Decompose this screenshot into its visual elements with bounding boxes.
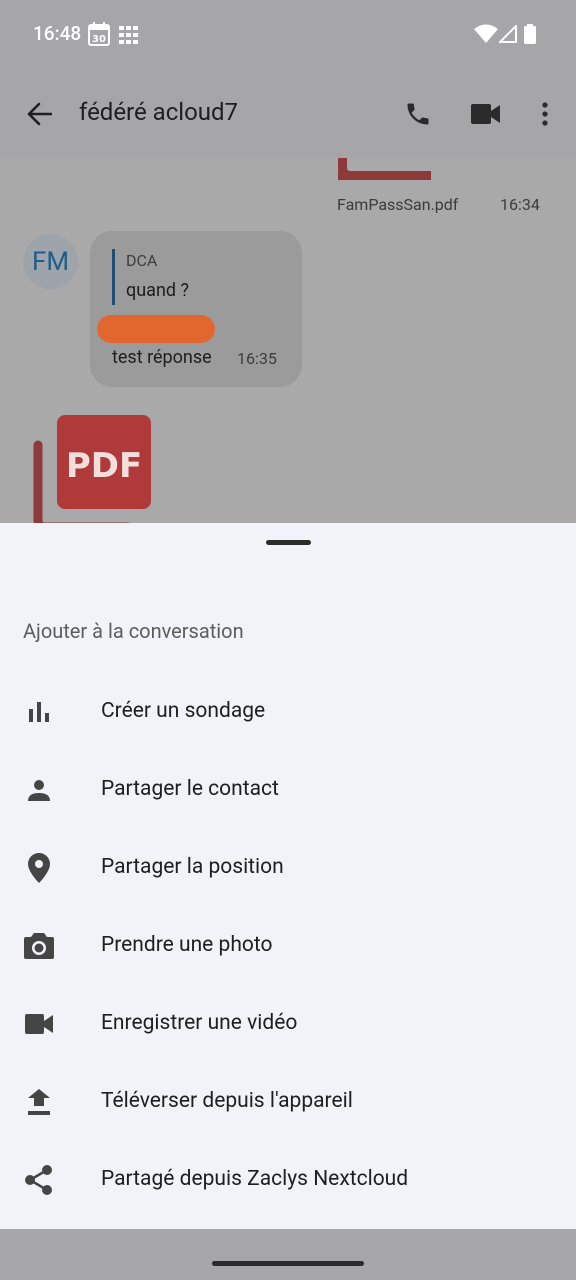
- menu-item-create-poll[interactable]: Créer un sondage: [0, 671, 576, 749]
- menu-item-label: Créer un sondage: [101, 699, 266, 723]
- menu-item-label: Partager la position: [101, 855, 284, 879]
- quoted-text: quand ?: [126, 280, 190, 301]
- menu-item-take-photo[interactable]: Prendre une photo: [0, 905, 576, 983]
- file-name[interactable]: FamPassSan.pdf: [337, 195, 458, 214]
- message-time: 16:35: [237, 349, 277, 368]
- pdf-preview-fragment[interactable]: [338, 158, 431, 180]
- menu-item-share-contact[interactable]: Partager le contact: [0, 749, 576, 827]
- menu-item-upload-from-device[interactable]: Téléverser depuis l'appareil: [0, 1061, 576, 1139]
- menu-item-share-location[interactable]: Partager la position: [0, 827, 576, 905]
- back-arrow-icon[interactable]: [17, 92, 61, 136]
- share-icon: [24, 1165, 54, 1195]
- message-time: 16:34: [500, 195, 540, 214]
- redaction-mark: [97, 315, 215, 343]
- menu-item-label: Enregistrer une vidéo: [101, 1011, 298, 1035]
- apps-grid-icon: [119, 26, 139, 48]
- wifi-icon: [474, 24, 498, 48]
- upload-icon: [24, 1087, 54, 1117]
- calendar-day: 30: [92, 34, 106, 45]
- message-bubble[interactable]: DCA quand ? test réponse 16:35: [90, 231, 302, 387]
- chat-area: FamPassSan.pdf 16:34 FM DCA quand ? test…: [0, 158, 576, 524]
- home-gesture-handle[interactable]: [212, 1261, 364, 1266]
- menu-item-label: Prendre une photo: [101, 933, 273, 957]
- phone-call-icon[interactable]: [396, 92, 440, 136]
- conversation-title[interactable]: fédéré acloud7: [79, 98, 238, 126]
- status-time: 16:48: [33, 22, 82, 45]
- pdf-file-icon[interactable]: PDF: [33, 415, 158, 524]
- pdf-label: PDF: [66, 446, 142, 486]
- avatar[interactable]: FM: [23, 234, 78, 289]
- app-bar: fédéré acloud7: [0, 70, 576, 158]
- battery-icon: [524, 24, 536, 48]
- menu-item-label: Partagé depuis Zaclys Nextcloud: [101, 1167, 409, 1191]
- status-bar: 16:48 30: [0, 0, 576, 70]
- menu-item-label: Téléverser depuis l'appareil: [101, 1089, 353, 1113]
- message-text: test réponse: [112, 347, 212, 368]
- video-call-icon[interactable]: [464, 92, 508, 136]
- signal-icon: [497, 23, 517, 47]
- more-options-icon[interactable]: [523, 92, 567, 136]
- menu-item-share-from-nextcloud[interactable]: Partagé depuis Zaclys Nextcloud: [0, 1139, 576, 1217]
- location-pin-icon: [24, 853, 54, 883]
- quoted-author: DCA: [126, 251, 158, 270]
- attachment-bottom-sheet: Ajouter à la conversation Créer un sonda…: [0, 523, 576, 1229]
- navigation-bar: [0, 1229, 576, 1280]
- menu-item-label: Partager le contact: [101, 777, 279, 801]
- drag-handle[interactable]: [266, 540, 311, 545]
- videocam-icon: [24, 1009, 54, 1039]
- menu-item-record-video[interactable]: Enregistrer une vidéo: [0, 983, 576, 1061]
- calendar-icon: 30: [88, 22, 110, 50]
- camera-icon: [24, 931, 54, 961]
- sheet-title: Ajouter à la conversation: [23, 619, 244, 643]
- poll-icon: [24, 697, 54, 727]
- quote-bar: [112, 249, 115, 305]
- person-icon: [24, 775, 54, 805]
- avatar-initials: FM: [31, 246, 70, 277]
